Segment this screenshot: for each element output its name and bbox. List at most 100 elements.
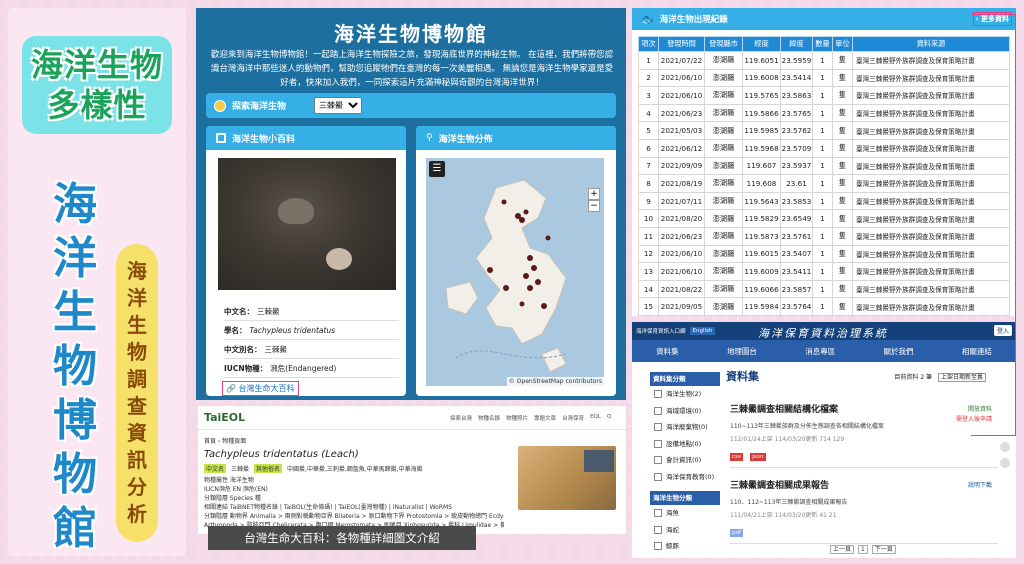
table-row: 5 2021/05/03 澎湖縣 119.5985 23.5762 1 隻臺灣三棘鱟野外族群… — [638, 121, 1010, 140]
dataset-card[interactable]: 三棘鱟調查相關結構化檔案 110~113年三棘鱟族群及分佈生態調查各相關結構化檔… — [730, 402, 998, 468]
table-cell: 23.5709 — [780, 138, 813, 158]
info-row-sci-name: 學名： Tachypleus tridentatus — [224, 321, 399, 340]
json-badge[interactable]: json — [750, 453, 766, 461]
taieol-nav-item[interactable]: 探索台灣 — [450, 414, 472, 422]
poster-title-line1: 海洋生物 — [30, 46, 163, 84]
dataset-title[interactable]: 三棘鱟調查相關成果報告 — [730, 478, 998, 491]
zoom-out-button[interactable]: − — [588, 200, 600, 212]
pdf-badge[interactable]: pdf — [730, 529, 743, 537]
page-1-button[interactable]: 1 — [857, 545, 868, 554]
sidebar-item[interactable]: 海蛇 — [650, 522, 720, 539]
table-cell: 澎湖縣 — [704, 121, 743, 140]
nav-about[interactable]: 關於我們 — [884, 346, 914, 357]
book-icon — [216, 133, 226, 143]
table-cell: 隻 — [832, 138, 853, 158]
table-row: 12 2021/06/10 澎湖縣 119.6015 23.5407 1 隻臺灣三棘鱟野外族… — [638, 244, 1010, 264]
table-row: 1 2021/07/22 澎湖縣 119.6051 23.5959 1 隻臺灣三棘鱟野外族群… — [638, 51, 1010, 70]
table-cell: 119.5985 — [742, 121, 781, 140]
font-size-icon[interactable] — [1000, 458, 1010, 468]
sidebar-item[interactable]: 鯨豚 — [650, 538, 720, 555]
sidebar-item[interactable]: 海洋保育教育(0) — [650, 469, 720, 486]
sidebar-item[interactable]: 海域環境(0) — [650, 403, 720, 420]
table-cell: 隻 — [832, 209, 853, 228]
table-cell: 1 — [638, 51, 659, 70]
table-cell: 119.608 — [742, 174, 781, 193]
sidebar-item[interactable]: 海洋廢棄物(0) — [650, 419, 720, 436]
table-cell: 1 — [812, 226, 833, 246]
taieol-thumb-image[interactable] — [584, 450, 614, 472]
table-cell: 23.5414 — [780, 68, 813, 88]
table-cell: 23.5863 — [780, 86, 813, 105]
info-row-chinese-name: 中文名： 三棘鱟 — [224, 302, 399, 321]
taieol-nav-item[interactable]: 物種照片 — [506, 414, 528, 422]
table-row: 7 2021/09/09 澎湖縣 119.607 23.5937 1 隻臺灣三棘鱟野外族群調… — [638, 156, 1010, 176]
table-cell: 1 — [812, 121, 833, 140]
nav-datasets[interactable]: 資料集 — [656, 346, 679, 357]
taieol-nav-item[interactable]: EOL — [590, 414, 601, 422]
prev-page-button[interactable]: 上一頁 — [830, 545, 855, 554]
table-cell: 7 — [638, 156, 659, 176]
taieol-topbar: TaiEOL 探索台灣 物種名錄 物種照片 專題文章 台灣保育 EOL Q — [198, 406, 626, 430]
table-row: 4 2021/06/23 澎湖縣 119.5866 23.5765 1 隻臺灣三棘鱟野外族群… — [638, 103, 1010, 123]
taieol-sci-name: Tachypleus tridentatus (Leach) — [204, 449, 359, 460]
dataset-card[interactable]: 三棘鱟調查相關成果報告 110、112~113年三棘鱟調查相關成果報告 111/… — [730, 478, 998, 544]
table-cell: 2021/07/22 — [658, 51, 705, 70]
table-cell: 15 — [638, 297, 659, 316]
taieol-line[interactable]: 相關連結 TaiBNET物種名錄 | TaiBOL(生命條碼) | TaiEOL… — [204, 503, 504, 512]
zoom-in-button[interactable]: + — [588, 188, 600, 200]
table-cell: 2021/06/10 — [658, 68, 705, 88]
table-cell: 1 — [812, 138, 833, 158]
info-row-alias: 中文別名： 三棘鱟 — [224, 340, 399, 359]
records-table-header: 項次 發現時間 發現縣市 經度 緯度 數量 單位 資料來源 — [638, 36, 1010, 52]
taieol-nav-item[interactable]: 專題文章 — [534, 414, 556, 422]
table-cell: 隻 — [832, 156, 853, 176]
species-select[interactable]: 三棘鱟 — [314, 97, 363, 114]
nav-map[interactable]: 地理圖台 — [727, 346, 757, 357]
table-cell: 隻 — [832, 121, 853, 140]
taieol-page: TaiEOL 探索台灣 物種名錄 物種照片 專題文章 台灣保育 EOL Q 首頁… — [198, 406, 626, 534]
sidebar-item[interactable]: 海魚 — [650, 505, 720, 522]
table-cell: 2 — [638, 68, 659, 88]
info-row-iucn: IUCN物種： 瀕危(Endangered) — [224, 359, 399, 378]
table-cell: 1 — [812, 209, 833, 228]
vertical-subtitle-char: 析 — [127, 502, 147, 526]
zoom-controls: + − — [588, 188, 600, 212]
sidebar-item[interactable]: 會計資訊(0) — [650, 452, 720, 469]
table-cell: 1 — [812, 279, 833, 299]
taieol-search-icon[interactable]: Q — [607, 414, 611, 422]
fish-icon: 🐟 — [640, 12, 654, 26]
share-icon[interactable] — [1000, 442, 1010, 452]
map-menu-button[interactable]: ☰ — [429, 161, 445, 177]
wiki-link[interactable]: 🔗 台灣生命大百科 — [222, 381, 299, 396]
csv-badge[interactable]: csv — [730, 453, 744, 461]
ocean-brand[interactable]: 海洋保育資料治理系統 — [758, 325, 888, 341]
table-cell: 澎湖縣 — [704, 191, 743, 211]
map-attribution[interactable]: © OpenStreetMap contributors — [506, 377, 604, 386]
table-cell: 2021/06/12 — [658, 138, 705, 158]
english-link[interactable]: English — [689, 327, 716, 335]
vertical-subtitle-char: 查 — [127, 394, 147, 418]
museum-page: 海洋生物博物館 歡迎來到海洋生物博物館！一起踏上海洋生物探險之旅，發現海底世界的… — [196, 8, 626, 400]
download-badge[interactable]: 說明下載 — [968, 480, 992, 489]
table-cell: 2021/06/23 — [658, 226, 705, 246]
taieol-logo[interactable]: TaiEOL — [204, 411, 245, 424]
table-cell: 8 — [638, 174, 659, 193]
table-cell: 119.5643 — [742, 191, 781, 211]
taieol-nav-item[interactable]: 物種名錄 — [478, 414, 500, 422]
next-page-button[interactable]: 下一頁 — [871, 545, 896, 554]
table-cell: 23.5765 — [780, 103, 813, 123]
sidebar-item[interactable]: 海洋生物(2) — [650, 386, 720, 403]
table-cell: 澎湖縣 — [704, 68, 743, 88]
table-row: 9 2021/07/11 澎湖縣 119.5643 23.5853 1 隻臺灣三棘鱟野外族群… — [638, 191, 1010, 211]
table-cell: 119.5765 — [742, 86, 781, 105]
table-row: 6 2021/06/12 澎湖縣 119.5968 23.5709 1 隻臺灣三棘鱟野外族群… — [638, 138, 1010, 158]
nav-news[interactable]: 消息專區 — [805, 346, 835, 357]
taieol-breadcrumb[interactable]: 首頁 › 物種頁面 — [204, 436, 504, 445]
table-row: 15 2021/09/05 澎湖縣 119.5984 23.5764 1 隻臺灣三棘鱟野外族… — [638, 297, 1010, 316]
wiki-panel-title: 海洋生物小百科 — [232, 134, 296, 145]
distribution-map[interactable]: ☰ + − © OpenStreetMap contributors — [426, 158, 604, 386]
sidebar-item[interactable]: 設備地點(0) — [650, 436, 720, 453]
ocean-portal-link[interactable]: 海洋保育資訊入口網 — [636, 327, 686, 335]
vertical-title-char: 物 — [53, 341, 97, 392]
taieol-nav-item[interactable]: 台灣保育 — [562, 414, 584, 422]
